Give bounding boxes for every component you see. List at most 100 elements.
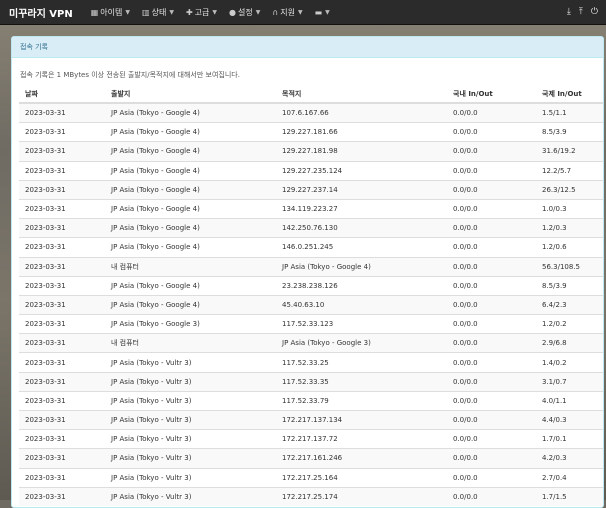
cell-international-inout: 31.6/19.2 — [536, 141, 603, 162]
cell-destination: 172.217.161.246 — [276, 448, 447, 469]
nav-item-more[interactable]: ▬ ▼ — [309, 8, 336, 17]
cell-destination: JP Asia (Tokyo - Google 3) — [276, 333, 447, 353]
connection-log-table: 날짜 출발지 목적지 국내 In/Out 국제 In/Out 2023-03-3… — [19, 85, 603, 506]
cell-date: 2023-03-31 — [19, 102, 105, 123]
cell-destination: 117.52.33.123 — [276, 314, 447, 334]
cell-date: 2023-03-31 — [19, 467, 105, 488]
connection-log-panel: 접속 기록 접속 기록은 1 MBytes 이상 전송된 출발지/목적지에 대해… — [11, 36, 604, 508]
cell-destination: 172.217.25.164 — [276, 467, 447, 488]
table-row: 2023-03-31 JP Asia (Tokyo - Google 4) 23.2… — [19, 275, 603, 296]
cell-date: 2023-03-31 — [19, 314, 105, 334]
cell-international-inout: 4.0/1.1 — [536, 390, 603, 411]
cell-date: 2023-03-31 — [19, 333, 105, 353]
caret-down-icon: ▼ — [325, 8, 330, 16]
cell-domestic-inout: 0.0/0.0 — [447, 448, 536, 469]
table-row: 2023-03-31 JP Asia (Tokyo - Google 4) 129.… — [19, 179, 603, 200]
table-row: 2023-03-31 JP Asia (Tokyo - Google 4) 129.… — [19, 160, 603, 181]
cell-date: 2023-03-31 — [19, 218, 105, 238]
cell-source: JP Asia (Tokyo - Vultr 3) — [105, 486, 276, 506]
cell-destination: 45.40.63.10 — [276, 294, 447, 315]
cell-international-inout: 1.2/0.3 — [536, 218, 603, 238]
nav-item-support[interactable]: ∩ 지원 ▼ — [266, 7, 308, 18]
cell-date: 2023-03-31 — [19, 486, 105, 506]
cell-international-inout: 1.2/0.6 — [536, 237, 603, 257]
cell-international-inout: 1.5/1.1 — [536, 102, 603, 123]
cell-source: JP Asia (Tokyo - Vultr 3) — [105, 390, 276, 411]
cell-international-inout: 26.3/12.5 — [536, 179, 603, 200]
grid-icon: ▦ — [90, 7, 99, 17]
cell-domestic-inout: 0.0/0.0 — [447, 179, 536, 200]
cell-domestic-inout: 0.0/0.0 — [447, 467, 536, 488]
cell-destination: 129.227.181.66 — [276, 122, 447, 142]
cell-international-inout: 1.0/0.3 — [536, 198, 603, 219]
caret-down-icon: ▼ — [212, 8, 217, 16]
cell-international-inout: 3.1/0.7 — [536, 371, 603, 392]
power-icon[interactable]: ⏻ — [591, 7, 598, 17]
cell-international-inout: 1.7/0.1 — [536, 429, 603, 449]
table-row: 2023-03-31 JP Asia (Tokyo - Vultr 3) 117.5… — [19, 390, 603, 411]
navbar: 미꾸라지 VPN ▦ 아이템 ▼ ▥ 상태 ▼ ✚ 고급 ▼ ● 설정 ▼ ∩ … — [0, 0, 606, 25]
nav-right-icons: ⤓ ⤒ ⏻ — [567, 7, 598, 17]
cell-international-inout: 1.7/1.5 — [536, 486, 603, 506]
bar-chart-icon: ▥ — [142, 7, 150, 17]
cell-destination: JP Asia (Tokyo - Google 4) — [276, 256, 447, 277]
cell-destination: 142.250.76.130 — [276, 218, 447, 238]
table-row: 2023-03-31 내 컴퓨터 JP Asia (Tokyo - Google 3… — [19, 333, 603, 353]
table-row: 2023-03-31 JP Asia (Tokyo - Vultr 3) 172.2… — [19, 409, 603, 430]
cell-destination: 172.217.25.174 — [276, 486, 447, 506]
nav-item-settings[interactable]: ● 설정 ▼ — [223, 7, 266, 18]
cell-destination: 107.6.167.66 — [276, 102, 447, 123]
cell-domestic-inout: 0.0/0.0 — [447, 294, 536, 315]
cell-source: JP Asia (Tokyo - Google 4) — [105, 160, 276, 181]
brand-title[interactable]: 미꾸라지 VPN — [9, 5, 73, 20]
cell-domestic-inout: 0.0/0.0 — [447, 218, 536, 238]
wrench-icon: ✚ — [185, 7, 193, 17]
cell-domestic-inout: 0.0/0.0 — [447, 371, 536, 392]
cell-destination: 117.52.33.25 — [276, 352, 447, 373]
table-row: 2023-03-31 JP Asia (Tokyo - Google 4) 142.… — [19, 218, 603, 238]
cell-date: 2023-03-31 — [19, 237, 105, 257]
cell-date: 2023-03-31 — [19, 256, 105, 277]
cell-international-inout: 1.2/0.2 — [536, 314, 603, 334]
nav-item-label: 고급 — [194, 7, 210, 17]
table-row: 2023-03-31 JP Asia (Tokyo - Google 4) 129.… — [19, 141, 603, 162]
cell-destination: 129.227.237.14 — [276, 179, 447, 200]
cell-domestic-inout: 0.0/0.0 — [447, 352, 536, 373]
caret-down-icon: ▼ — [297, 8, 303, 16]
cell-date: 2023-03-31 — [19, 275, 105, 296]
column-header-domestic: 국내 In/Out — [447, 85, 536, 104]
caret-down-icon: ▼ — [125, 8, 131, 16]
cell-source: JP Asia (Tokyo - Google 4) — [105, 198, 276, 219]
cell-date: 2023-03-31 — [19, 448, 105, 469]
cell-source: JP Asia (Tokyo - Google 4) — [105, 218, 276, 238]
cell-date: 2023-03-31 — [19, 390, 105, 411]
column-header-international: 국제 In/Out — [536, 85, 603, 104]
nav-item-status[interactable]: ▥ 상태 ▼ — [136, 7, 180, 18]
cell-date: 2023-03-31 — [19, 409, 105, 430]
nav-item-label: 설정 — [237, 7, 253, 17]
cell-source: 내 컴퓨터 — [105, 333, 276, 353]
table-row: 2023-03-31 JP Asia (Tokyo - Google 4) 107.… — [19, 102, 603, 123]
cell-destination: 129.227.235.124 — [276, 160, 447, 181]
cell-domestic-inout: 0.0/0.0 — [447, 275, 536, 296]
cell-destination: 134.119.223.27 — [276, 198, 447, 219]
nav-item-label: 아이템 — [100, 7, 123, 17]
cell-domestic-inout: 0.0/0.0 — [447, 429, 536, 449]
cell-source: JP Asia (Tokyo - Google 4) — [105, 294, 276, 315]
cell-domestic-inout: 0.0/0.0 — [447, 237, 536, 257]
nav-item-items[interactable]: ▦ 아이템 ▼ — [85, 7, 136, 18]
cell-international-inout: 4.4/0.3 — [536, 409, 603, 430]
cell-international-inout: 12.2/5.7 — [536, 160, 603, 181]
table-row: 2023-03-31 JP Asia (Tokyo - Google 4) 134.… — [19, 198, 603, 219]
table-row: 2023-03-31 JP Asia (Tokyo - Google 3) 117.… — [19, 314, 603, 334]
upload-icon[interactable]: ⤒ — [579, 7, 583, 17]
cell-international-inout: 8.5/3.9 — [536, 122, 603, 142]
cell-domestic-inout: 0.0/0.0 — [447, 314, 536, 334]
cell-international-inout: 4.2/0.3 — [536, 448, 603, 469]
cell-international-inout: 1.4/0.2 — [536, 352, 603, 373]
nav-item-advanced[interactable]: ✚ 고급 ▼ — [180, 7, 223, 18]
cell-source: JP Asia (Tokyo - Vultr 3) — [105, 371, 276, 392]
panel-note: 접속 기록은 1 MBytes 이상 전송된 출발지/목적지에 대해서만 보여집… — [20, 71, 240, 79]
cell-domestic-inout: 0.0/0.0 — [447, 122, 536, 142]
download-icon[interactable]: ⤓ — [567, 7, 571, 17]
